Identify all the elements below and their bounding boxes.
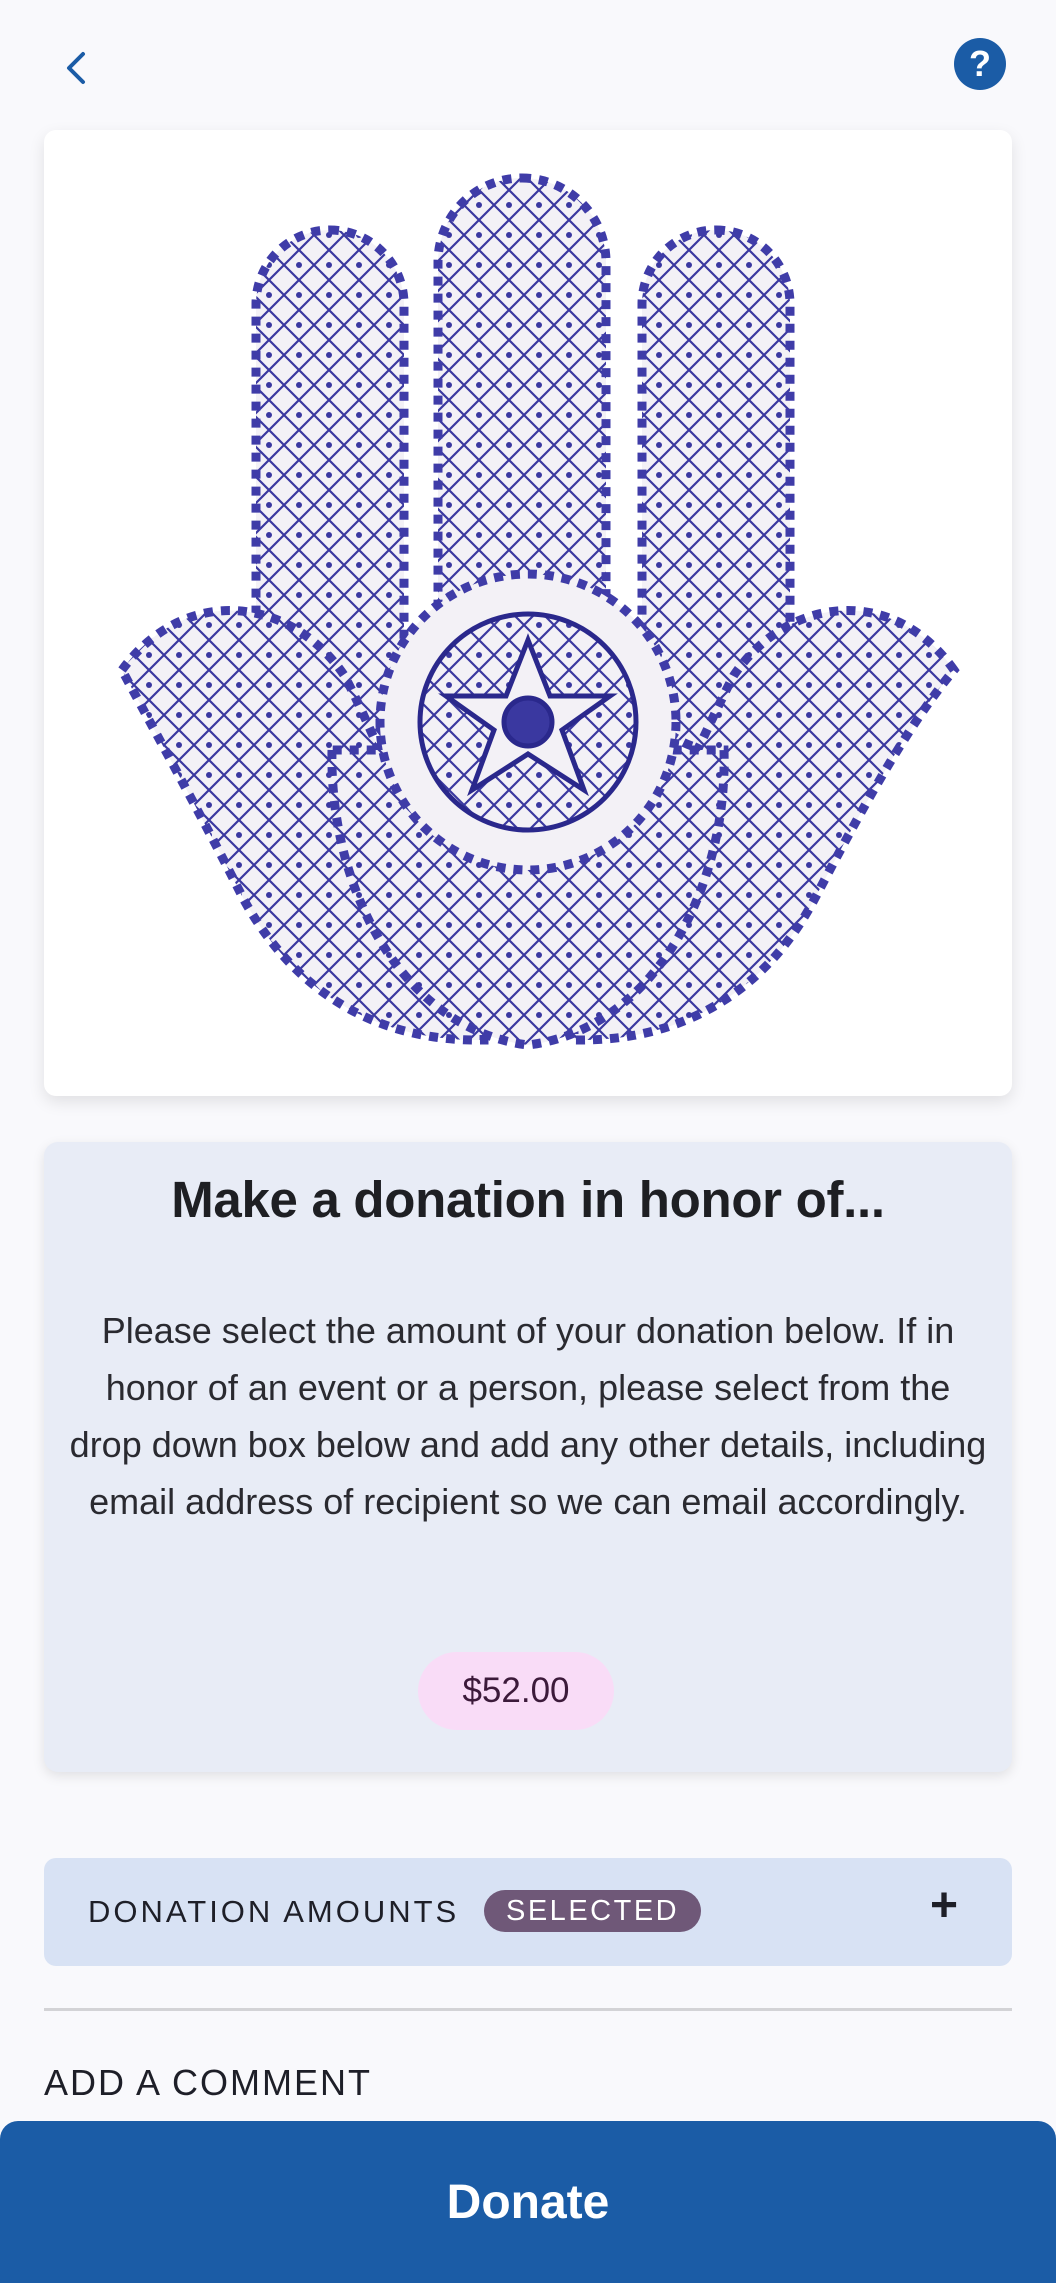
- donation-info-card: Make a donation in honor of... Please se…: [44, 1142, 1012, 1772]
- chevron-left-icon: [67, 52, 85, 84]
- donation-description: Please select the amount of your donatio…: [69, 1310, 987, 1522]
- help-button[interactable]: ?: [954, 38, 1006, 90]
- question-mark-icon: ?: [969, 43, 991, 84]
- accordion-label: DONATION AMOUNTS: [88, 1894, 460, 1929]
- top-bar: ?: [0, 0, 1056, 130]
- donation-amounts-accordion[interactable]: DONATION AMOUNTS SELECTED +: [44, 1858, 1012, 1966]
- donation-amount-badge: $52.00: [418, 1652, 614, 1730]
- add-comment-heading[interactable]: ADD A COMMENT: [44, 2062, 372, 2104]
- hamsa-illustration: [116, 173, 960, 1050]
- expand-plus-icon[interactable]: +: [930, 1878, 958, 1933]
- divider: [44, 2008, 1012, 2011]
- hero-image: [44, 130, 1012, 1096]
- donation-title: Make a donation in honor of...: [171, 1171, 885, 1228]
- back-button[interactable]: [44, 36, 108, 100]
- selected-badge: SELECTED: [484, 1890, 702, 1932]
- donate-button-label: Donate: [446, 2175, 610, 2229]
- donate-button[interactable]: Donate: [0, 2121, 1056, 2283]
